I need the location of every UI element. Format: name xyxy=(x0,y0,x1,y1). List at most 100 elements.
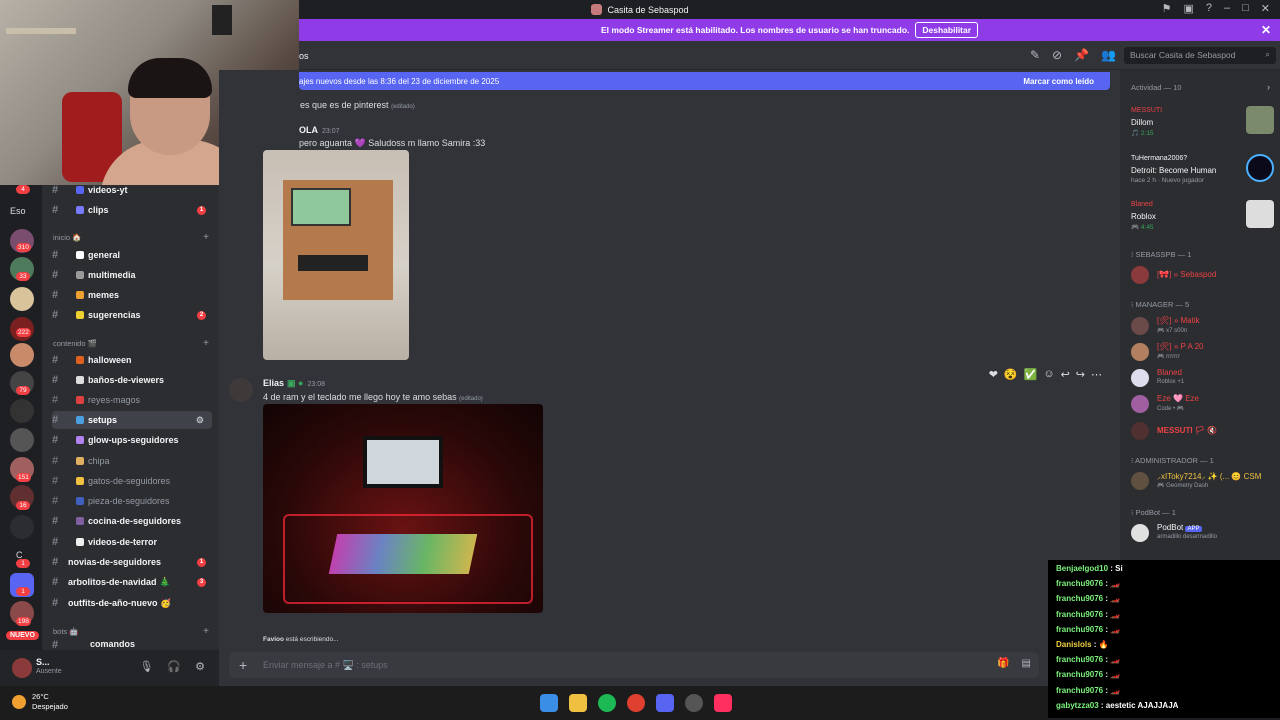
chrome-icon[interactable] xyxy=(627,694,645,712)
avatar[interactable] xyxy=(12,658,32,678)
file-explorer-icon[interactable] xyxy=(569,694,587,712)
taskbar: 26°C Despejado xyxy=(0,686,1048,720)
channel-item[interactable]: # videos-de-terror xyxy=(52,533,212,551)
member-item[interactable]: ⸝xIToky7214⸝ ✨ (... 😊 CSM 🎮 Geometry Dash xyxy=(1131,470,1277,492)
add-channel-icon[interactable]: + xyxy=(203,338,209,349)
channel-item[interactable]: # videos-yt xyxy=(52,181,212,199)
server-icon[interactable] xyxy=(10,287,34,311)
activity-card[interactable]: TuHermana2006? Detroit: Become Human hac… xyxy=(1126,152,1274,196)
category-inicio[interactable]: inicio 🏠 + xyxy=(53,232,213,243)
avatar[interactable] xyxy=(229,378,253,402)
mark-read-button[interactable]: Marcar como leído xyxy=(1023,77,1094,86)
close-window-icon[interactable]: ✕ xyxy=(1261,2,1270,15)
heart-reaction-icon[interactable]: ❤ xyxy=(989,368,998,381)
channel-item[interactable]: # general xyxy=(52,246,212,264)
reply-icon[interactable]: ↩ xyxy=(1061,368,1070,381)
server-icon[interactable] xyxy=(10,399,34,423)
channel-item[interactable]: # comandos xyxy=(52,639,212,650)
server-icon xyxy=(591,4,603,15)
windows-start-icon[interactable] xyxy=(540,694,558,712)
channel-item[interactable]: # arbolitos-de-navidad 🎄 3 xyxy=(52,573,212,591)
gear-icon[interactable]: ⚙ xyxy=(195,660,205,673)
message-author[interactable]: OLA 23:07 xyxy=(299,125,340,135)
disable-streamer-button[interactable]: Deshabilitar xyxy=(915,22,979,38)
channel-item[interactable]: # chipa xyxy=(52,452,212,470)
channel-item[interactable]: # glow-ups-seguidores xyxy=(52,431,212,449)
channel-item[interactable]: # multimedia xyxy=(52,266,212,284)
members-icon[interactable]: 👥 xyxy=(1101,48,1116,62)
channel-item[interactable]: # cocina-de-seguidores xyxy=(52,512,212,530)
gif-icon[interactable]: ▤ xyxy=(1021,658,1030,669)
server-icon[interactable] xyxy=(10,343,34,367)
channel-item[interactable]: # gatos-de-seguidores xyxy=(52,472,212,490)
more-icon[interactable]: ⋯ xyxy=(1091,368,1102,381)
channel-emoji-icon xyxy=(76,311,84,319)
microphone-icon[interactable]: 🎙 xyxy=(139,660,153,673)
face-reaction-icon[interactable]: 😵 xyxy=(1004,368,1018,381)
channel-item[interactable]: # baños-de-viewers xyxy=(52,371,212,389)
maximize-icon[interactable]: □ xyxy=(1242,2,1249,15)
channel-item[interactable]: # pieza-de-seguidores xyxy=(52,492,212,510)
server-icon[interactable] xyxy=(10,428,34,452)
channel-label: general xyxy=(88,250,121,260)
hash-icon: # xyxy=(52,434,59,446)
add-channel-icon[interactable]: + xyxy=(203,232,209,243)
message-area: ajes nuevos desde las 8:36 del 23 de dic… xyxy=(219,70,1120,686)
server-icon[interactable] xyxy=(10,515,34,539)
discord-icon[interactable] xyxy=(656,694,674,712)
add-channel-icon[interactable]: + xyxy=(203,626,209,637)
channel-item[interactable]: # clips 1 xyxy=(52,201,212,219)
pin-icon[interactable]: 📌 xyxy=(1074,48,1089,62)
category-bots[interactable]: bots 🤖 + xyxy=(53,626,213,637)
tiktok-icon[interactable] xyxy=(714,694,732,712)
member-item[interactable]: [🛠] » P A 20 🎮 rrrrrrr xyxy=(1131,341,1277,363)
spotify-icon[interactable] xyxy=(598,694,616,712)
check-reaction-icon[interactable]: ✅ xyxy=(1024,368,1038,381)
member-item[interactable]: [🛠] » Matik 🎮 x7 s00n xyxy=(1131,315,1277,337)
member-item[interactable]: Blaned Roblox +1 xyxy=(1131,367,1277,389)
channel-item[interactable]: # novias-de-seguidores 1 xyxy=(52,553,212,571)
headphones-icon[interactable]: 🎧 xyxy=(167,660,181,673)
minimize-icon[interactable]: – xyxy=(1224,2,1230,15)
member-item[interactable]: PodBot APP armadillo desarmadillo xyxy=(1131,522,1277,544)
guild-badge: 310 xyxy=(16,243,31,252)
hash-icon: # xyxy=(52,204,59,216)
attachment-image[interactable] xyxy=(263,404,543,613)
add-reaction-icon[interactable]: ☺ xyxy=(1043,368,1054,381)
message-time: 23:07 xyxy=(322,128,340,135)
screen-icon[interactable]: ▣ xyxy=(1183,2,1193,15)
inbox-icon[interactable]: ⚑ xyxy=(1162,2,1172,15)
settings-icon[interactable]: ⚙ xyxy=(196,415,204,426)
gift-icon[interactable]: 🎁 xyxy=(997,658,1009,669)
new-messages-bar[interactable]: ajes nuevos desde las 8:36 del 23 de dic… xyxy=(299,72,1110,90)
add-attachment-icon[interactable]: + xyxy=(239,657,247,673)
new-badge[interactable]: NUEVO xyxy=(6,631,39,640)
weather-widget[interactable]: 26°C Despejado xyxy=(12,692,68,712)
activity-card[interactable]: MESSUTI Dillom 🎵 2:15 xyxy=(1126,104,1274,148)
mute-icon[interactable]: ⊘ xyxy=(1052,48,1062,62)
threads-icon[interactable]: ✎ xyxy=(1030,48,1040,62)
channel-item[interactable]: # outfits-de-año-nuevo 🥳 xyxy=(52,594,212,612)
channel-item[interactable]: # sugerencias 2 xyxy=(52,306,212,324)
close-banner-icon[interactable]: ✕ xyxy=(1261,23,1271,37)
guild-label[interactable]: Eso xyxy=(10,206,26,216)
forward-icon[interactable]: ↪ xyxy=(1076,368,1085,381)
attachment-image[interactable] xyxy=(263,150,409,360)
channel-item[interactable]: # reyes-magos xyxy=(52,391,212,409)
message-author[interactable]: Elias ▣ ● 23:08 xyxy=(263,378,325,389)
channel-item[interactable]: # halloween xyxy=(52,351,212,369)
member-item[interactable]: [🎀] » Sebaspod xyxy=(1131,264,1277,286)
member-item[interactable]: MESSUTI 🏳 🔇 xyxy=(1131,420,1277,442)
activity-card[interactable]: Blaned Roblox 🎮 4:45 xyxy=(1126,198,1274,242)
help-icon[interactable]: ? xyxy=(1206,2,1212,15)
message-input[interactable]: + Enviar mensaje a # 🖥️ : setups xyxy=(229,652,1039,678)
chat-message: 🏎️ xyxy=(1110,655,1121,665)
category-contenido[interactable]: contenido 🎬 + xyxy=(53,338,213,349)
hash-icon: # xyxy=(52,414,59,426)
channel-item[interactable]: # memes xyxy=(52,286,212,304)
member-item[interactable]: Eze 🩷 Eze Code • 🎮 xyxy=(1131,393,1277,415)
channel-item-selected[interactable]: # setups ⚙ xyxy=(52,411,212,429)
search-input[interactable]: Buscar Casita de Sebaspod ⌕ xyxy=(1124,47,1276,64)
chevron-right-icon[interactable]: › xyxy=(1267,82,1270,92)
obs-icon[interactable] xyxy=(685,694,703,712)
